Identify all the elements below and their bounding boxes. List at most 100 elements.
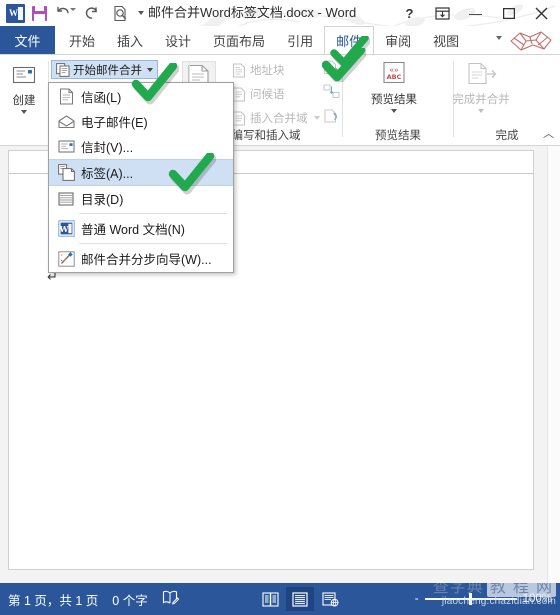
web-layout-view-button[interactable]: [316, 587, 344, 611]
menu-item-normal-word-document[interactable]: W 普通 Word 文档(N): [49, 216, 233, 241]
svg-text:W: W: [58, 224, 69, 234]
preview-results-group-label: 预览结果: [375, 130, 421, 142]
menu-item-letters[interactable]: 信函(L): [49, 84, 233, 109]
status-bar: 第 1 页，共 1 页 0 个字 - 100% 查字典 教 程 网 jiaoch…: [0, 583, 560, 615]
tab-references[interactable]: 引用: [276, 26, 324, 54]
menu-item-step-by-step-wizard[interactable]: 邮件合并分步向导(W)...: [49, 246, 233, 271]
address-block-button[interactable]: 地址块: [232, 62, 285, 78]
zoom-slider[interactable]: [424, 593, 517, 605]
envelope-icon: [55, 140, 77, 153]
menu-item-email-messages[interactable]: 电子邮件(E): [49, 109, 233, 134]
tab-overflow-caret[interactable]: [496, 36, 502, 40]
labels-icon: [55, 164, 77, 181]
undo-icon[interactable]: [52, 2, 76, 24]
update-labels-button[interactable]: [323, 108, 339, 127]
menu-item-directory[interactable]: 目录(D): [49, 186, 233, 211]
create-button-label: 创建: [12, 95, 36, 107]
status-bar-left: 第 1 页，共 1 页 0 个字: [8, 583, 180, 615]
tab-insert[interactable]: 插入: [106, 26, 154, 54]
menu-item-labels[interactable]: 标签(A)...: [49, 159, 233, 186]
finish-merge-caret[interactable]: [478, 109, 484, 113]
title-bar: W 邮件合并Word标签文档.docx - Word ? —: [0, 0, 560, 26]
quick-access-toolbar: W: [4, 0, 131, 26]
preview-results-icon: «» ABC: [378, 59, 410, 89]
minimize-button[interactable]: —: [459, 1, 492, 25]
word-logo-letter: W: [9, 8, 18, 18]
tab-review[interactable]: 审阅: [374, 26, 422, 54]
greeting-line-label: 问候语: [250, 89, 285, 101]
ribbon-group-preview-results: «» ABC 预览结果 预览结果: [343, 55, 453, 145]
address-block-label: 地址块: [250, 65, 285, 77]
preview-results-button[interactable]: «» ABC 预览结果: [367, 59, 421, 113]
menu-item-wizard-label: 邮件合并分步向导(W)...: [81, 253, 212, 267]
menu-item-envelopes-label: 信封(V)...: [81, 141, 134, 155]
svg-text:ABC: ABC: [387, 73, 402, 81]
directory-icon: [55, 191, 77, 206]
insert-merge-field-label: 插入合并域: [250, 113, 308, 125]
update-labels-icon: [324, 109, 337, 123]
help-button[interactable]: ?: [393, 1, 426, 25]
rules-button[interactable]: [323, 60, 339, 78]
insert-merge-field-button[interactable]: 插入合并域: [232, 110, 320, 126]
collapse-ribbon-button[interactable]: ︿: [543, 125, 554, 141]
qat-customize-caret[interactable]: [138, 11, 144, 15]
save-icon[interactable]: [28, 2, 50, 24]
ribbon-group-create: 创建: [0, 55, 48, 145]
envelope-open-icon: [55, 114, 77, 129]
finish-and-merge-button[interactable]: 完成并合并: [452, 59, 510, 113]
word-doc-icon: W: [55, 220, 77, 237]
tab-home[interactable]: 开始: [58, 26, 106, 54]
ribbon-display-options-button[interactable]: [426, 1, 459, 25]
redo-icon[interactable]: [81, 2, 103, 24]
match-fields-button[interactable]: [323, 84, 341, 102]
menu-item-letters-label: 信函(L): [81, 91, 122, 105]
create-dropdown-caret[interactable]: [21, 110, 27, 114]
tab-page-layout[interactable]: 页面布局: [202, 26, 276, 54]
greeting-line-button[interactable]: 问候语: [232, 86, 285, 102]
finish-merge-icon: [465, 59, 497, 89]
create-button[interactable]: 创建: [0, 60, 51, 114]
address-block-icon: [233, 63, 245, 77]
tab-file[interactable]: 文件: [0, 26, 55, 54]
status-bar-views: [256, 583, 344, 615]
maximize-button[interactable]: [492, 1, 525, 25]
greeting-line-icon: [233, 87, 245, 101]
ribbon-tab-strip: 文件 开始 插入 设计 页面布局 引用 邮件 审阅 视图: [0, 26, 560, 54]
start-mail-merge-button[interactable]: 开始邮件合并: [51, 60, 158, 79]
menu-item-labels-label: 标签(A)...: [81, 167, 134, 181]
menu-item-directory-label: 目录(D): [81, 193, 124, 207]
proofing-icon[interactable]: [162, 590, 180, 608]
read-mode-view-button[interactable]: [256, 587, 284, 611]
menu-item-envelopes[interactable]: 信封(V)...: [49, 134, 233, 159]
print-preview-icon[interactable]: [109, 2, 131, 24]
zoom-level[interactable]: 100%: [523, 593, 552, 605]
tab-design[interactable]: 设计: [154, 26, 202, 54]
menu-separator-1: [79, 213, 227, 214]
tab-mailings[interactable]: 邮件: [324, 26, 375, 54]
tab-view[interactable]: 视图: [422, 26, 470, 54]
close-button[interactable]: [525, 1, 558, 25]
zoom-out-button[interactable]: -: [415, 593, 419, 605]
word-count[interactable]: 0 个字: [112, 590, 147, 609]
ribbon-tabs: 开始 插入 设计 页面布局 引用 邮件 审阅 视图: [58, 26, 470, 54]
envelope-create-icon: [8, 60, 40, 90]
document-title: 邮件合并Word标签文档.docx - Word: [148, 5, 357, 20]
finish-and-merge-label: 完成并合并: [452, 94, 510, 106]
letter-icon: [55, 88, 77, 105]
page-indicator[interactable]: 第 1 页，共 1 页: [8, 590, 98, 609]
preview-results-caret[interactable]: [391, 109, 397, 113]
window-controls: ? —: [393, 0, 558, 26]
menu-item-normal-doc-label: 普通 Word 文档(N): [81, 223, 185, 237]
zoom-slider-thumb[interactable]: [468, 593, 472, 605]
handshake-icon: [510, 31, 552, 51]
match-fields-icon: [323, 84, 340, 98]
start-mail-merge-label: 开始邮件合并: [73, 64, 142, 77]
insert-merge-field-icon: [233, 111, 245, 125]
wizard-icon: [55, 250, 77, 267]
menu-separator-2: [79, 243, 227, 244]
start-mail-merge-icon: [56, 62, 70, 77]
rules-icon: [324, 60, 339, 74]
print-layout-view-button[interactable]: [286, 587, 314, 611]
preview-results-label: 预览结果: [371, 94, 417, 106]
vertical-scrollbar[interactable]: [547, 146, 560, 583]
